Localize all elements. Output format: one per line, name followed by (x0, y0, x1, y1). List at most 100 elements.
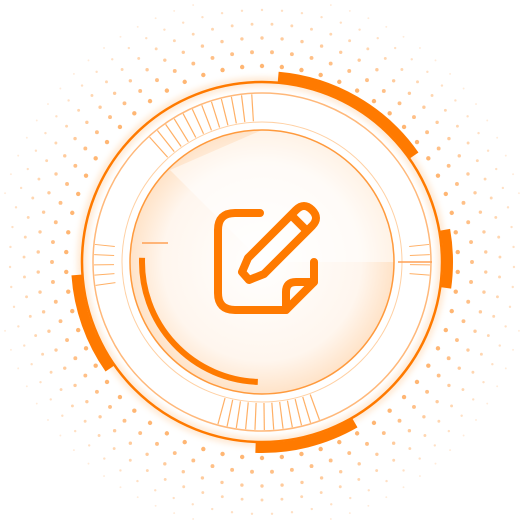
halo-dot (426, 156, 430, 160)
halo-dot (372, 99, 376, 103)
halo-dot (231, 24, 234, 27)
tick-mark (174, 119, 188, 142)
halo-dot (67, 99, 69, 101)
halo-dot (65, 338, 69, 342)
halo-dot (418, 457, 420, 459)
halo-dot (11, 226, 13, 228)
tick-mark (94, 255, 114, 256)
tick-mark (252, 94, 254, 121)
halo-dot (240, 483, 243, 486)
halo-dot (435, 121, 438, 124)
halo-dot (154, 489, 156, 491)
halo-dot (460, 415, 462, 417)
halo-dot (38, 290, 41, 293)
tick-mark (409, 244, 429, 246)
halo-dot (111, 58, 113, 60)
halo-dot (155, 17, 157, 19)
halo-dot (422, 415, 425, 418)
halo-dot (512, 246, 514, 248)
halo-dot (59, 201, 63, 205)
halo-dot (42, 310, 45, 313)
halo-dot (183, 440, 187, 444)
halo-dot (518, 192, 520, 194)
halo-dot (384, 57, 387, 60)
halo-dot (240, 65, 244, 69)
halo-dot (280, 498, 283, 501)
halo-dot (93, 363, 97, 367)
halo-dot (95, 71, 97, 73)
tick-mark (280, 402, 283, 429)
halo-dot (415, 140, 419, 144)
halo-dot (280, 455, 284, 459)
halo-dot (366, 47, 369, 50)
halo-dot (466, 300, 470, 304)
halo-dot (447, 137, 450, 140)
halo-dot (192, 518, 194, 520)
halo-dot (74, 430, 76, 432)
halo-dot (300, 495, 303, 498)
halo-dot (220, 68, 224, 72)
halo-dot (145, 68, 148, 71)
halo-dot (105, 80, 108, 83)
halo-dot (392, 79, 395, 82)
halo-dot (496, 137, 498, 139)
halo-dot (419, 475, 421, 477)
halo-dot (23, 256, 26, 259)
halo-dot (475, 103, 477, 105)
halo-dot (95, 130, 99, 134)
halo-dot (182, 485, 185, 488)
halo-dot (73, 73, 75, 75)
halo-dot (251, 23, 254, 26)
halo-dot (492, 315, 495, 318)
halo-dot (348, 39, 351, 42)
halo-dot (340, 21, 342, 23)
halo-dot (435, 59, 437, 61)
halo-dot (155, 442, 159, 446)
halo-dot (84, 173, 88, 177)
halo-dot (435, 463, 437, 465)
halo-dot (471, 371, 474, 374)
halo-dot (182, 51, 185, 54)
tick-mark (255, 403, 256, 430)
halo-dot (137, 26, 139, 28)
halo-dot (71, 404, 74, 407)
halo-dot (137, 496, 139, 498)
halo-dot (437, 374, 441, 378)
tick-mark (231, 97, 236, 124)
tick-mark (95, 274, 115, 276)
halo-dot (394, 47, 396, 49)
tick-mark (303, 397, 311, 423)
halo-dot (85, 121, 88, 124)
halo-dot (23, 275, 26, 278)
edit-badge-graphic (0, 0, 524, 527)
halo-dot (50, 371, 53, 374)
halo-dot (454, 230, 458, 234)
halo-dot (4, 330, 6, 332)
halo-dot (88, 463, 90, 465)
halo-dot (47, 191, 50, 194)
halo-dot (466, 220, 470, 224)
halo-dot (357, 58, 360, 61)
halo-dot (201, 16, 203, 18)
halo-dot (17, 325, 19, 327)
halo-dot (108, 405, 112, 409)
halo-dot (55, 115, 57, 117)
halo-dot (250, 470, 254, 474)
halo-dot (240, 37, 243, 40)
halo-dot (310, 28, 313, 31)
halo-dot (372, 421, 376, 425)
hud-ring-illustration (0, 0, 524, 527)
halo-dot (368, 489, 370, 491)
halo-dot (120, 486, 122, 488)
halo-dot (412, 115, 416, 119)
halo-dot (330, 503, 332, 505)
halo-dot (357, 478, 360, 481)
halo-dot (220, 481, 223, 484)
halo-dot (330, 4, 332, 6)
halo-dot (13, 306, 15, 308)
halo-dot (44, 132, 46, 134)
tick-mark (410, 274, 430, 276)
halo-dot (479, 310, 482, 313)
halo-dot (9, 266, 11, 268)
halo-dot (301, 12, 303, 14)
